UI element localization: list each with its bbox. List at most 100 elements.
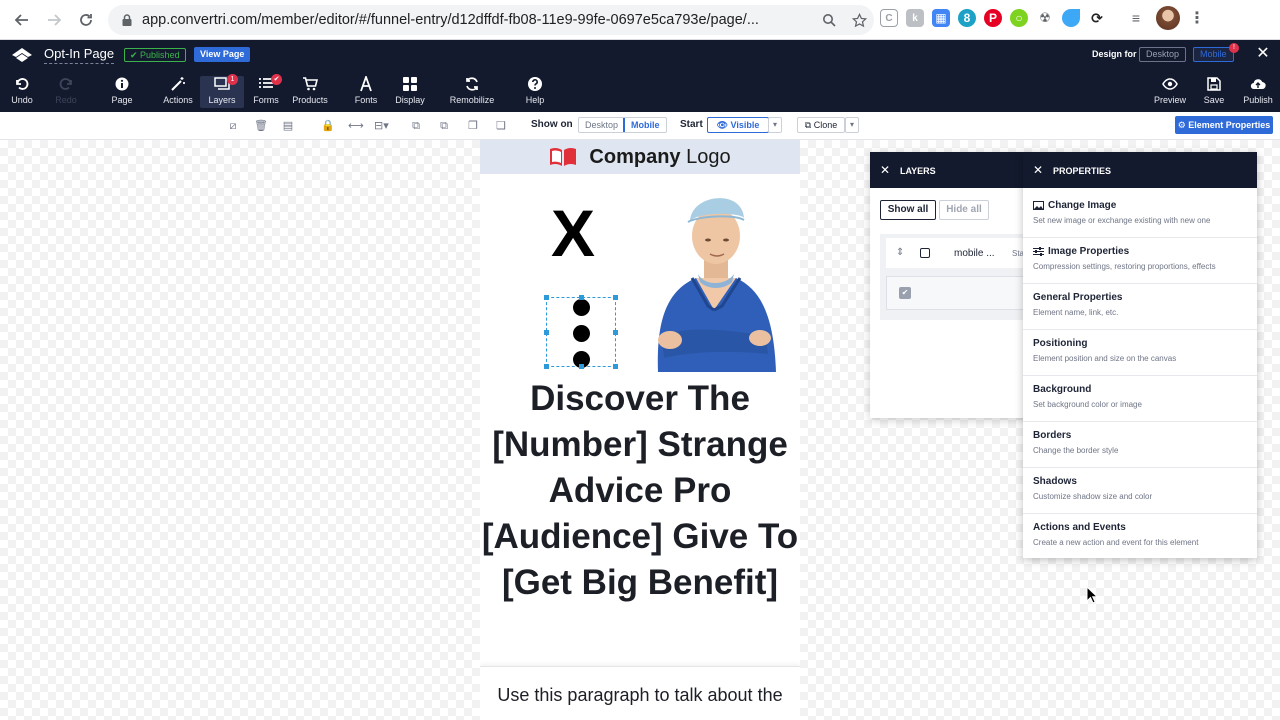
extension-sync-icon[interactable]: ⟳ <box>1088 9 1106 27</box>
layer-row[interactable]: ⇕ mobile ... Start <box>886 238 1030 268</box>
close-layers-icon[interactable]: ✕ <box>870 152 900 188</box>
help-button[interactable]: Help <box>513 76 557 108</box>
send-backward-icon[interactable]: ⧉ <box>437 119 451 133</box>
selected-dots-image[interactable] <box>544 295 618 369</box>
pinterest-icon[interactable]: P <box>984 9 1002 27</box>
extension-bird-icon[interactable] <box>1062 9 1080 27</box>
resize-handle[interactable] <box>544 295 549 300</box>
resize-handle[interactable] <box>579 364 584 369</box>
view-page-button[interactable]: View Page <box>194 47 251 62</box>
eye-icon <box>1162 78 1178 90</box>
show-on-mobile[interactable]: Mobile <box>623 118 666 132</box>
align-dropdown-icon[interactable]: ⊟▾ <box>374 119 389 133</box>
prop-image-properties[interactable]: Image Properties Compression settings, r… <box>1023 238 1257 284</box>
doctor-image[interactable] <box>648 178 778 372</box>
hero-x-text[interactable]: X <box>551 197 595 269</box>
show-on-toggle[interactable]: Desktop Mobile <box>578 117 667 133</box>
layers-label: Layers <box>208 95 236 105</box>
address-bar[interactable]: app.convertri.com/member/editor/#/funnel… <box>108 5 874 35</box>
extension-radiation-icon[interactable]: ☢ <box>1036 9 1054 27</box>
page-name[interactable]: Opt-In Page <box>44 46 115 64</box>
layers-panel-header: ✕ LAYERS <box>870 152 1030 188</box>
element-properties-button[interactable]: ⚙ Element Properties <box>1175 116 1273 134</box>
drag-handle-icon[interactable]: ⇕ <box>896 247 904 258</box>
send-to-back-icon[interactable]: ❏ <box>494 119 508 133</box>
prop-background[interactable]: Background Set background color or image <box>1023 376 1257 422</box>
bookmark-star-icon[interactable] <box>844 12 874 28</box>
lock-element-icon[interactable]: 🔒 <box>321 119 335 133</box>
resize-handle[interactable] <box>544 330 549 335</box>
hide-all-button[interactable]: Hide all <box>939 200 989 220</box>
undo-button[interactable]: Undo <box>0 76 44 108</box>
crop-icon[interactable]: ⧄ <box>226 119 240 133</box>
display-button[interactable]: Display <box>388 76 432 108</box>
resize-handle[interactable] <box>579 295 584 300</box>
align-icon[interactable]: ▤ <box>281 119 295 133</box>
extension-c-icon[interactable]: C <box>880 9 898 27</box>
prop-general-properties[interactable]: General Properties Element name, link, e… <box>1023 284 1257 330</box>
design-mobile-button[interactable]: Mobile <box>1193 47 1234 62</box>
publish-button[interactable]: Publish <box>1236 76 1280 108</box>
bring-to-front-icon[interactable]: ❐ <box>466 119 480 133</box>
layers-button[interactable]: Layers 1 <box>200 74 244 108</box>
design-desktop-button[interactable]: Desktop <box>1139 47 1187 62</box>
extension-8-icon[interactable]: 8 <box>958 9 976 27</box>
fonts-button[interactable]: Fonts <box>344 76 388 108</box>
clone-button[interactable]: ⧉ Clone <box>797 117 845 133</box>
prop-title: Shadows <box>1033 476 1077 487</box>
convertri-logo-icon[interactable] <box>12 48 32 62</box>
resize-handle[interactable] <box>613 364 618 369</box>
visible-button[interactable]: 👁 Visible <box>707 117 769 133</box>
resize-handle[interactable] <box>613 330 618 335</box>
forward-arrow-icon[interactable] <box>38 4 70 36</box>
layer-row-selected[interactable]: ✔ <box>886 276 1030 310</box>
preview-button[interactable]: Preview <box>1148 76 1192 108</box>
layers-count-badge: 1 <box>227 74 238 85</box>
redo-button[interactable]: Redo <box>44 76 88 108</box>
close-editor-icon[interactable]: ✕ <box>1256 46 1270 62</box>
layer-checked-checkbox[interactable]: ✔ <box>899 287 911 299</box>
page-button[interactable]: Page <box>100 76 144 108</box>
page-paragraph[interactable]: Use this paragraph to talk about the <box>480 685 800 706</box>
close-properties-icon[interactable]: ✕ <box>1023 152 1053 188</box>
resize-handle[interactable] <box>544 364 549 369</box>
products-button[interactable]: Products <box>288 76 332 108</box>
company-logo-text: Company Logo <box>589 145 731 168</box>
reload-icon[interactable] <box>70 4 102 36</box>
reading-list-icon[interactable]: ≡ <box>1124 9 1148 27</box>
prop-actions-and-events[interactable]: Actions and Events Create a new action a… <box>1023 514 1257 560</box>
extension-puzzle-icon[interactable]: ▦ <box>932 9 950 27</box>
clone-dropdown-caret[interactable]: ▾ <box>845 117 859 133</box>
show-on-desktop[interactable]: Desktop <box>579 118 624 132</box>
layer-checkbox[interactable] <box>920 248 930 258</box>
bring-forward-icon[interactable]: ⧉ <box>409 119 423 133</box>
extension-k-icon[interactable]: k <box>906 9 924 27</box>
mobile-page-preview[interactable]: Company Logo X Discover The [Number] Str… <box>480 140 800 720</box>
forms-button[interactable]: Forms ✔ <box>244 74 288 108</box>
prop-shadows[interactable]: Shadows Customize shadow size and color <box>1023 468 1257 514</box>
help-question-icon <box>528 77 542 91</box>
zoom-icon[interactable] <box>814 13 844 27</box>
resize-handle[interactable] <box>613 295 618 300</box>
undo-label: Undo <box>11 95 33 105</box>
page-headline[interactable]: Discover The [Number] Strange Advice Pro… <box>480 376 800 606</box>
extension-chat-icon[interactable]: ○ <box>1010 9 1028 27</box>
properties-panel: ✕ PROPERTIES Change Image Set new image o… <box>1023 152 1257 558</box>
trash-icon[interactable]: 🗑 <box>254 119 268 133</box>
visible-dropdown-caret[interactable]: ▾ <box>768 117 782 133</box>
prop-positioning[interactable]: Positioning Element position and size on… <box>1023 330 1257 376</box>
show-all-button[interactable]: Show all <box>880 200 936 220</box>
remobilize-button[interactable]: Remobilize <box>450 76 494 108</box>
prop-borders[interactable]: Borders Change the border style <box>1023 422 1257 468</box>
back-arrow-icon[interactable] <box>6 4 38 36</box>
profile-avatar[interactable] <box>1156 6 1180 30</box>
save-button[interactable]: Save <box>1192 76 1236 108</box>
actions-button[interactable]: Actions <box>156 76 200 108</box>
paragraph-section[interactable]: Use this paragraph to talk about the <box>480 666 800 720</box>
logo-section[interactable]: Company Logo <box>480 140 800 174</box>
layer-name: mobile ... <box>954 248 995 259</box>
stretch-width-icon[interactable]: ⟷ <box>348 119 364 133</box>
prop-change-image[interactable]: Change Image Set new image or exchange e… <box>1023 192 1257 238</box>
prop-title: Change Image <box>1048 200 1117 211</box>
browser-menu-icon[interactable]: ⋮ <box>1188 6 1206 30</box>
